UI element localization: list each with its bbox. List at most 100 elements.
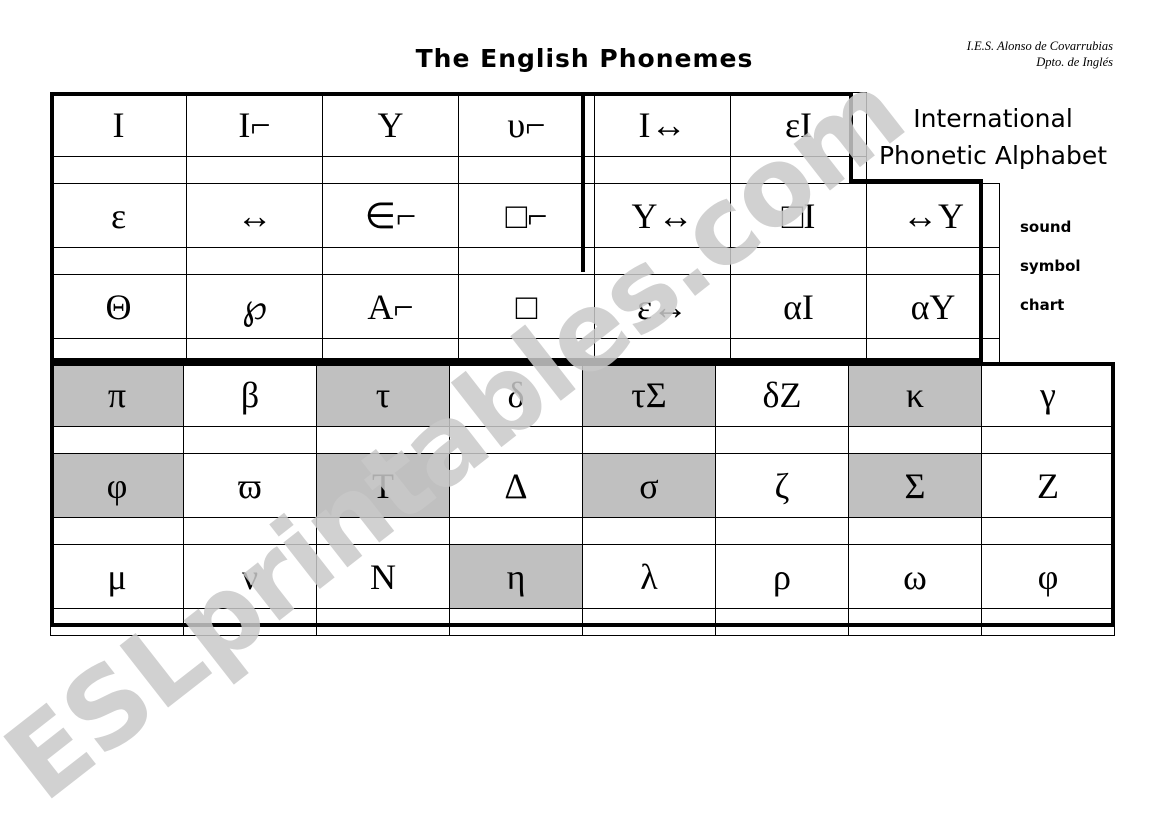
phoneme-cell[interactable]: Y — [322, 92, 459, 157]
example-cell[interactable] — [449, 608, 583, 636]
example-cell[interactable] — [316, 608, 450, 636]
example-cell[interactable] — [582, 517, 716, 545]
example-cell[interactable] — [316, 517, 450, 545]
example-cell[interactable] — [594, 247, 731, 275]
school-name: I.E.S. Alonso de Covarrubias — [966, 39, 1113, 53]
phoneme-cell[interactable]: Δ — [449, 453, 583, 518]
example-cell[interactable] — [848, 517, 982, 545]
phoneme-cell[interactable]: ℘ — [186, 274, 323, 339]
phoneme-cell[interactable]: Z — [981, 453, 1115, 518]
example-cell[interactable] — [186, 247, 323, 275]
label-symbol: symbol — [1020, 257, 1081, 275]
phoneme-cell[interactable]: η — [449, 544, 583, 609]
ipa-heading: International Phonetic Alphabet — [868, 100, 1118, 174]
example-cell[interactable] — [183, 608, 317, 636]
phoneme-cell[interactable]: T — [316, 453, 450, 518]
example-cell[interactable] — [715, 517, 849, 545]
label-sound: sound — [1020, 218, 1072, 236]
example-cell[interactable] — [848, 426, 982, 454]
phoneme-cell[interactable]: υ⌐ — [458, 92, 595, 157]
phoneme-cell[interactable]: ε — [50, 183, 187, 248]
vowel-frame-mid-vert — [581, 92, 585, 272]
example-cell[interactable] — [50, 426, 184, 454]
phoneme-cell[interactable]: ν — [183, 544, 317, 609]
phoneme-cell[interactable]: ζ — [715, 453, 849, 518]
example-cell[interactable] — [183, 426, 317, 454]
example-cell[interactable] — [50, 608, 184, 636]
phoneme-cell[interactable]: I↔ — [594, 92, 731, 157]
example-cell[interactable] — [50, 247, 187, 275]
example-row — [50, 608, 1115, 636]
phoneme-cell[interactable]: □ — [458, 274, 595, 339]
example-cell[interactable] — [458, 156, 595, 184]
phoneme-cell[interactable]: ϖ — [183, 453, 317, 518]
vowel-frame-top-mid — [583, 92, 853, 96]
phoneme-cell[interactable]: τΣ — [582, 362, 716, 427]
example-cell[interactable] — [183, 517, 317, 545]
phoneme-cell[interactable]: τ — [316, 362, 450, 427]
example-cell[interactable] — [981, 608, 1115, 636]
phoneme-cell[interactable]: Θ — [50, 274, 187, 339]
phoneme-cell[interactable]: ω — [848, 544, 982, 609]
example-cell[interactable] — [582, 608, 716, 636]
phoneme-cell[interactable]: γ — [981, 362, 1115, 427]
phoneme-cell[interactable]: N — [316, 544, 450, 609]
phoneme-cell[interactable]: φ — [50, 453, 184, 518]
consonant-frame-left — [50, 362, 54, 627]
vowel-frame-top-left — [50, 92, 585, 96]
vowel-frame-col6-right — [849, 92, 853, 182]
example-cell[interactable] — [322, 247, 459, 275]
phoneme-cell[interactable]: I — [50, 92, 187, 157]
example-cell[interactable] — [316, 426, 450, 454]
example-cell[interactable] — [449, 517, 583, 545]
example-cell[interactable] — [322, 156, 459, 184]
phoneme-cell[interactable]: Σ — [848, 453, 982, 518]
consonant-frame-right — [1111, 362, 1115, 627]
vowel-frame-left — [50, 92, 54, 362]
phoneme-cell[interactable]: φ — [981, 544, 1115, 609]
phoneme-cell[interactable]: μ — [50, 544, 184, 609]
phoneme-cell[interactable]: ↔ — [186, 183, 323, 248]
phoneme-cell[interactable]: κ — [848, 362, 982, 427]
phoneme-cell[interactable]: ∈⌐ — [322, 183, 459, 248]
example-cell[interactable] — [449, 426, 583, 454]
example-cell[interactable] — [730, 156, 867, 184]
table-row: Θ ℘ A⌐ □ ε↔ αI αY — [50, 274, 1000, 339]
phoneme-cell[interactable]: σ — [582, 453, 716, 518]
phoneme-cell[interactable]: □⌐ — [458, 183, 595, 248]
example-cell[interactable] — [582, 426, 716, 454]
example-cell[interactable] — [186, 156, 323, 184]
phoneme-cell[interactable]: A⌐ — [322, 274, 459, 339]
phoneme-cell[interactable]: Y↔ — [594, 183, 731, 248]
phoneme-cell[interactable]: εI — [730, 92, 867, 157]
phoneme-cell[interactable]: □I — [730, 183, 867, 248]
phoneme-cell[interactable]: αI — [730, 274, 867, 339]
consonant-table: π β τ δ τΣ δZ κ γ φ ϖ T Δσ ζ Σ Zμ ν Nη λ ρ ω φ — [50, 362, 1115, 636]
consonant-frame-bottom — [50, 623, 1115, 627]
example-cell[interactable] — [715, 426, 849, 454]
table-row: π β τ δ τΣ δZ κ γ — [50, 362, 1115, 427]
example-cell[interactable] — [730, 247, 867, 275]
ipa-heading-line1: International — [913, 104, 1073, 133]
example-cell[interactable] — [50, 156, 187, 184]
example-cell[interactable] — [981, 426, 1115, 454]
phoneme-cell[interactable]: λ — [582, 544, 716, 609]
label-chart: chart — [1020, 296, 1065, 314]
example-cell[interactable] — [458, 247, 595, 275]
example-cell[interactable] — [981, 517, 1115, 545]
example-cell[interactable] — [50, 517, 184, 545]
example-cell[interactable] — [594, 156, 731, 184]
vowel-table-body: I I⌐ Yυ⌐ I↔ εI ε ↔ ∈⌐ □⌐ Y↔ □I ↔Y Θ ℘ A⌐ □ ε↔ αI αY — [50, 92, 1000, 366]
phoneme-cell[interactable]: I⌐ — [186, 92, 323, 157]
phoneme-cell[interactable]: ε↔ — [594, 274, 731, 339]
example-row — [50, 517, 1115, 545]
phoneme-cell[interactable]: δZ — [715, 362, 849, 427]
phoneme-cell[interactable]: β — [183, 362, 317, 427]
phoneme-cell[interactable]: π — [50, 362, 184, 427]
phoneme-cell[interactable]: ρ — [715, 544, 849, 609]
vowel-table: I I⌐ Yυ⌐ I↔ εI ε ↔ ∈⌐ □⌐ Y↔ □I ↔Y Θ ℘ A⌐ □ ε↔ αI αY — [50, 92, 1000, 366]
school-credit: I.E.S. Alonso de Covarrubias Dpto. de In… — [967, 38, 1113, 70]
example-cell[interactable] — [715, 608, 849, 636]
example-cell[interactable] — [848, 608, 982, 636]
phoneme-cell[interactable]: δ — [449, 362, 583, 427]
